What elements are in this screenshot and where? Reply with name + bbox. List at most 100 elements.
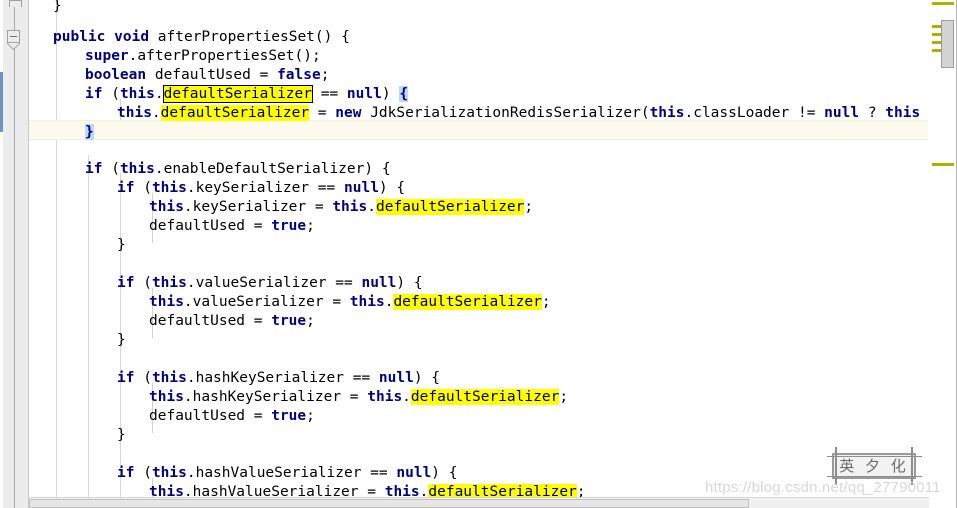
code-token: ; xyxy=(524,199,534,215)
code-token: null xyxy=(824,105,860,121)
code-token: defaultSerializer xyxy=(162,85,314,103)
code-token: ( xyxy=(102,161,120,177)
code-token: null xyxy=(396,465,432,481)
code-token: false xyxy=(277,67,321,83)
code-token: public xyxy=(53,29,106,45)
code-token: this xyxy=(151,180,187,196)
code-token: ) xyxy=(381,86,400,102)
code-token: ; xyxy=(306,313,315,329)
code-token: this xyxy=(149,294,184,310)
code-token: ( xyxy=(134,180,152,196)
code-line[interactable]: super.afterPropertiesSet(); xyxy=(29,46,321,66)
code-line[interactable]: this.hashKeySerializer = this.defaultSer… xyxy=(29,387,568,407)
code-token: ; xyxy=(306,218,315,234)
code-token: ) { xyxy=(396,275,423,291)
code-token: new xyxy=(335,105,362,121)
code-token: this xyxy=(151,275,187,291)
code-line[interactable]: this.valueSerializer = this.defaultSeria… xyxy=(29,292,551,312)
code-token: ( xyxy=(102,86,120,102)
code-line[interactable]: this.defaultSerializer = new JdkSerializ… xyxy=(29,103,920,123)
code-token: = xyxy=(309,105,336,121)
code-token: boolean xyxy=(85,67,147,83)
code-token: } xyxy=(117,427,126,443)
code-token: . xyxy=(402,389,411,405)
code-line[interactable]: this.keySerializer = this.defaultSeriali… xyxy=(29,197,533,217)
marker-gutter[interactable] xyxy=(928,0,957,508)
code-line[interactable]: if (this.valueSerializer == null) { xyxy=(29,273,423,293)
code-token: ( xyxy=(134,465,152,481)
code-token: afterPropertiesSet() { xyxy=(149,29,350,45)
code-token: .valueSerializer == xyxy=(186,275,362,291)
code-token: defaultSerializer xyxy=(393,294,542,310)
code-line[interactable]: boolean defaultUsed = false; xyxy=(29,65,329,85)
code-token: .hashValueSerializer == xyxy=(186,465,397,481)
code-line[interactable]: defaultUsed = true; xyxy=(29,406,315,426)
fold-collapse-icon[interactable] xyxy=(7,30,20,43)
code-token: void xyxy=(114,29,150,45)
code-token: ( xyxy=(134,370,152,386)
code-text-area[interactable]: } public void afterPropertiesSet() {super… xyxy=(29,0,929,508)
code-line[interactable]: if (this.keySerializer == null) { xyxy=(29,178,405,198)
code-token: . xyxy=(154,86,164,102)
code-line[interactable]: } xyxy=(29,235,126,255)
code-token: JdkSerializationRedisSerializer( xyxy=(361,105,650,121)
code-token: .valueSerializer = xyxy=(183,294,350,310)
fold-region-end-cap-icon[interactable] xyxy=(9,0,22,7)
code-line[interactable]: } xyxy=(29,0,62,16)
fold-gutter[interactable] xyxy=(3,0,29,508)
code-token: this xyxy=(151,370,187,386)
marker-stripe[interactable] xyxy=(932,2,954,5)
code-line[interactable]: if (this.defaultSerializer == null) { xyxy=(29,84,409,104)
fold-arrow-icon xyxy=(7,43,20,50)
code-token: this xyxy=(117,105,152,121)
code-line[interactable]: public void afterPropertiesSet() { xyxy=(29,27,350,47)
code-token: true xyxy=(271,408,307,424)
code-token: defaultSerializer xyxy=(410,389,560,405)
code-token: null xyxy=(378,370,414,386)
code-token: this xyxy=(367,389,403,405)
code-token: .keySerializer == xyxy=(186,180,344,196)
code-token: this xyxy=(149,389,184,405)
current-line-highlight xyxy=(29,120,929,140)
code-token: ; xyxy=(306,408,315,424)
code-token: null xyxy=(344,180,379,196)
code-token: .afterPropertiesSet(); xyxy=(128,48,321,64)
code-line[interactable]: } xyxy=(29,425,126,445)
code-token: ; xyxy=(320,67,330,83)
code-token: this xyxy=(332,199,368,215)
code-token: this xyxy=(649,105,685,121)
code-token: this xyxy=(119,86,155,102)
code-token: ) { xyxy=(413,370,441,386)
code-token: if xyxy=(117,370,135,386)
code-token: ) { xyxy=(431,465,458,481)
code-token: defaultUsed = xyxy=(149,218,272,234)
code-token: ) { xyxy=(378,180,406,196)
code-line[interactable]: if (this.enableDefaultSerializer) { xyxy=(29,159,391,179)
code-token: this xyxy=(151,465,187,481)
horizontal-scrollbar-thumb[interactable] xyxy=(29,499,749,508)
code-token: if xyxy=(85,86,103,102)
code-line[interactable]: defaultUsed = true; xyxy=(29,216,315,236)
code-token: defaultUsed = xyxy=(149,408,272,424)
vertical-scrollbar-thumb[interactable] xyxy=(941,20,954,68)
code-line[interactable]: if (this.hashKeySerializer == null) { xyxy=(29,368,440,388)
code-token: ; xyxy=(559,389,569,405)
code-line[interactable]: if (this.hashValueSerializer == null) { xyxy=(29,463,458,483)
code-token: } xyxy=(53,0,62,14)
watermark-seal-text: 英 夕 化 xyxy=(839,457,909,475)
code-token: null xyxy=(346,86,382,102)
horizontal-scrollbar[interactable] xyxy=(29,497,929,508)
code-token: { xyxy=(399,86,409,102)
code-line[interactable]: defaultUsed = true; xyxy=(29,311,315,331)
code-token: this xyxy=(885,105,921,121)
code-token: .hashKeySerializer = xyxy=(183,389,368,405)
code-token: if xyxy=(117,465,135,481)
code-token: true xyxy=(271,218,307,234)
code-line[interactable]: } xyxy=(29,122,94,142)
code-line[interactable]: } xyxy=(29,330,126,350)
code-token: this xyxy=(149,199,184,215)
code-token: .hashKeySerializer == xyxy=(186,370,379,386)
code-token: ; xyxy=(541,294,551,310)
marker-stripe[interactable] xyxy=(932,163,954,166)
